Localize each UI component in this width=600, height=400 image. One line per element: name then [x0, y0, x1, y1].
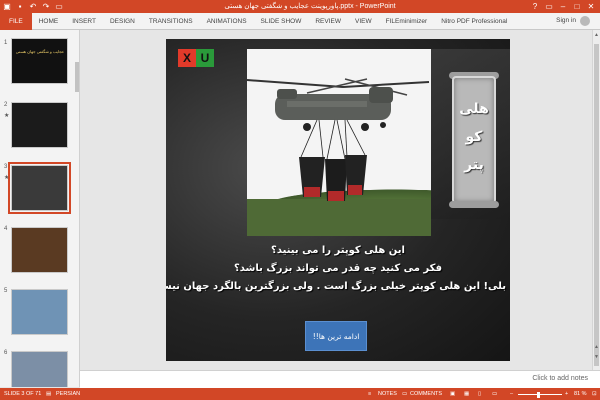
- notes-pane[interactable]: Click to add notes: [80, 370, 600, 388]
- redo-icon[interactable]: ↷: [41, 1, 51, 11]
- reading-view-icon[interactable]: ▯: [478, 391, 481, 397]
- ribbon-options-icon[interactable]: ▭: [542, 0, 556, 13]
- slide-text-line-1: این هلی کوپتر را می بینید؟: [271, 245, 405, 256]
- slide-sorter-icon[interactable]: ▦: [464, 391, 469, 397]
- tab-slide-show[interactable]: SLIDE SHOW: [254, 13, 309, 30]
- next-slide-icon[interactable]: ▼: [593, 354, 600, 360]
- animation-star-icon: ★: [4, 175, 10, 181]
- logo: X U: [178, 49, 214, 67]
- zoom-level[interactable]: 81 %: [574, 391, 587, 397]
- save-icon[interactable]: ▪: [15, 1, 25, 11]
- fit-slide-icon[interactable]: ⊡: [592, 391, 597, 397]
- thumbnail-scrollbar[interactable]: [75, 62, 79, 92]
- thumbnail-title: عجایب و شگفتی جهان هستی: [15, 49, 65, 54]
- tab-view[interactable]: VIEW: [348, 13, 379, 30]
- tab-transitions[interactable]: TRANSITIONS: [142, 13, 200, 30]
- tab-file[interactable]: FILE: [0, 12, 32, 30]
- sign-in-link[interactable]: Sign in: [556, 17, 576, 24]
- ribbon-tabs: FILE HOME INSERT DESIGN TRANSITIONS ANIM…: [0, 12, 600, 30]
- helicopter-illustration: [247, 78, 430, 201]
- tab-insert[interactable]: INSERT: [65, 13, 103, 30]
- zoom-slider-handle[interactable]: [537, 392, 540, 398]
- app-icon[interactable]: ▣: [2, 1, 12, 11]
- present-icon[interactable]: ▭: [54, 1, 64, 11]
- continue-button[interactable]: ادامه ترین ها!!: [305, 321, 367, 351]
- quick-access-toolbar: ▣ ▪ ↶ ↷ ▭: [2, 1, 64, 11]
- slide-text-line-2: فکر می کنید چه قدر می تواند بزرگ باشد؟: [233, 263, 443, 274]
- logo-u: U: [196, 49, 214, 67]
- thumbnail-number: 3: [4, 164, 8, 170]
- title-bar: ▣ ▪ ↶ ↷ ▭ پاورپوینت عجایب و شگفتی جهان ه…: [0, 0, 600, 13]
- slide-thumbnails-pane: 1 عجایب و شگفتی جهان هستی 2 ★ 3 ★ 4 5 6: [0, 30, 80, 387]
- slide-thumbnail-3[interactable]: [8, 162, 71, 214]
- slide-thumbnail-5[interactable]: [11, 289, 68, 335]
- normal-view-icon[interactable]: ▣: [450, 391, 455, 397]
- slide-thumbnail-2[interactable]: [11, 102, 68, 148]
- tab-design[interactable]: DESIGN: [103, 13, 142, 30]
- window-title: پاورپوینت عجایب و شگفتی جهان هستی.pptx -…: [224, 3, 396, 10]
- zoom-in-icon[interactable]: +: [565, 391, 568, 397]
- undo-icon[interactable]: ↶: [28, 1, 38, 11]
- slide-thumbnail-1[interactable]: عجایب و شگفتی جهان هستی: [11, 38, 68, 84]
- tab-fileminimizer[interactable]: FILEminimizer: [379, 13, 435, 30]
- slide-counter: SLIDE 3 OF 71: [4, 391, 42, 397]
- notes-placeholder[interactable]: Click to add notes: [532, 375, 588, 382]
- powerpoint-window: ▣ ▪ ↶ ↷ ▭ پاورپوینت عجایب و شگفتی جهان ه…: [0, 0, 600, 400]
- comments-icon[interactable]: ▭: [402, 391, 407, 397]
- slide-scrollbar[interactable]: ▲ ▲ ▼: [592, 30, 600, 370]
- close-icon[interactable]: ✕: [584, 0, 598, 13]
- helicopter-photo[interactable]: [247, 49, 431, 236]
- minimize-icon[interactable]: –: [556, 0, 570, 13]
- window-controls: ? ▭ – □ ✕: [528, 0, 598, 13]
- banner-word-3: پتر: [464, 157, 484, 173]
- thumbnail-number: 4: [4, 226, 8, 232]
- zoom-out-icon[interactable]: –: [510, 391, 513, 397]
- scrollbar-thumb[interactable]: [594, 44, 599, 366]
- slide-thumbnail-6[interactable]: [11, 351, 68, 387]
- comments-toggle[interactable]: COMMENTS: [410, 391, 442, 397]
- current-slide[interactable]: X U هلی کو پتر این هلی کوپتر را می بینید…: [166, 39, 510, 361]
- tab-animations[interactable]: ANIMATIONS: [200, 13, 254, 30]
- thumbnail-number: 5: [4, 288, 8, 294]
- slideshow-icon[interactable]: ▭: [492, 391, 497, 397]
- thumbnail-number: 2: [4, 102, 8, 108]
- restore-icon[interactable]: □: [570, 0, 584, 13]
- animation-star-icon: ★: [4, 113, 10, 119]
- spellcheck-icon[interactable]: ▤: [46, 391, 51, 397]
- slide-text-line-3: بلی! این هلی کوپتر خیلی بزرگ است . ولی ب…: [166, 281, 506, 292]
- notes-toggle[interactable]: NOTES: [378, 391, 397, 397]
- thumbnail-number: 1: [4, 40, 8, 46]
- tab-nitro-pdf[interactable]: Nitro PDF Professional: [434, 13, 514, 30]
- thumbnail-number: 6: [4, 350, 8, 356]
- prev-slide-icon[interactable]: ▲: [593, 344, 600, 350]
- banner-word-2: کو: [465, 129, 483, 145]
- banner-word-1: هلی: [459, 101, 489, 117]
- slide-thumbnail-4[interactable]: [11, 227, 68, 273]
- avatar[interactable]: [580, 16, 590, 26]
- tab-home[interactable]: HOME: [32, 13, 66, 30]
- tab-review[interactable]: REVIEW: [308, 13, 348, 30]
- banner-cap-bottom: [449, 201, 499, 208]
- zoom-slider[interactable]: [518, 394, 562, 395]
- help-icon[interactable]: ?: [528, 0, 542, 13]
- scroll-up-icon[interactable]: ▲: [593, 32, 600, 38]
- language-indicator[interactable]: PERSIAN: [56, 391, 80, 397]
- status-bar: SLIDE 3 OF 71 ▤ PERSIAN ≡ NOTES ▭ COMMEN…: [0, 388, 600, 400]
- notes-icon[interactable]: ≡: [368, 391, 371, 397]
- slide-canvas: X U هلی کو پتر این هلی کوپتر را می بینید…: [80, 30, 592, 370]
- logo-x: X: [178, 49, 196, 67]
